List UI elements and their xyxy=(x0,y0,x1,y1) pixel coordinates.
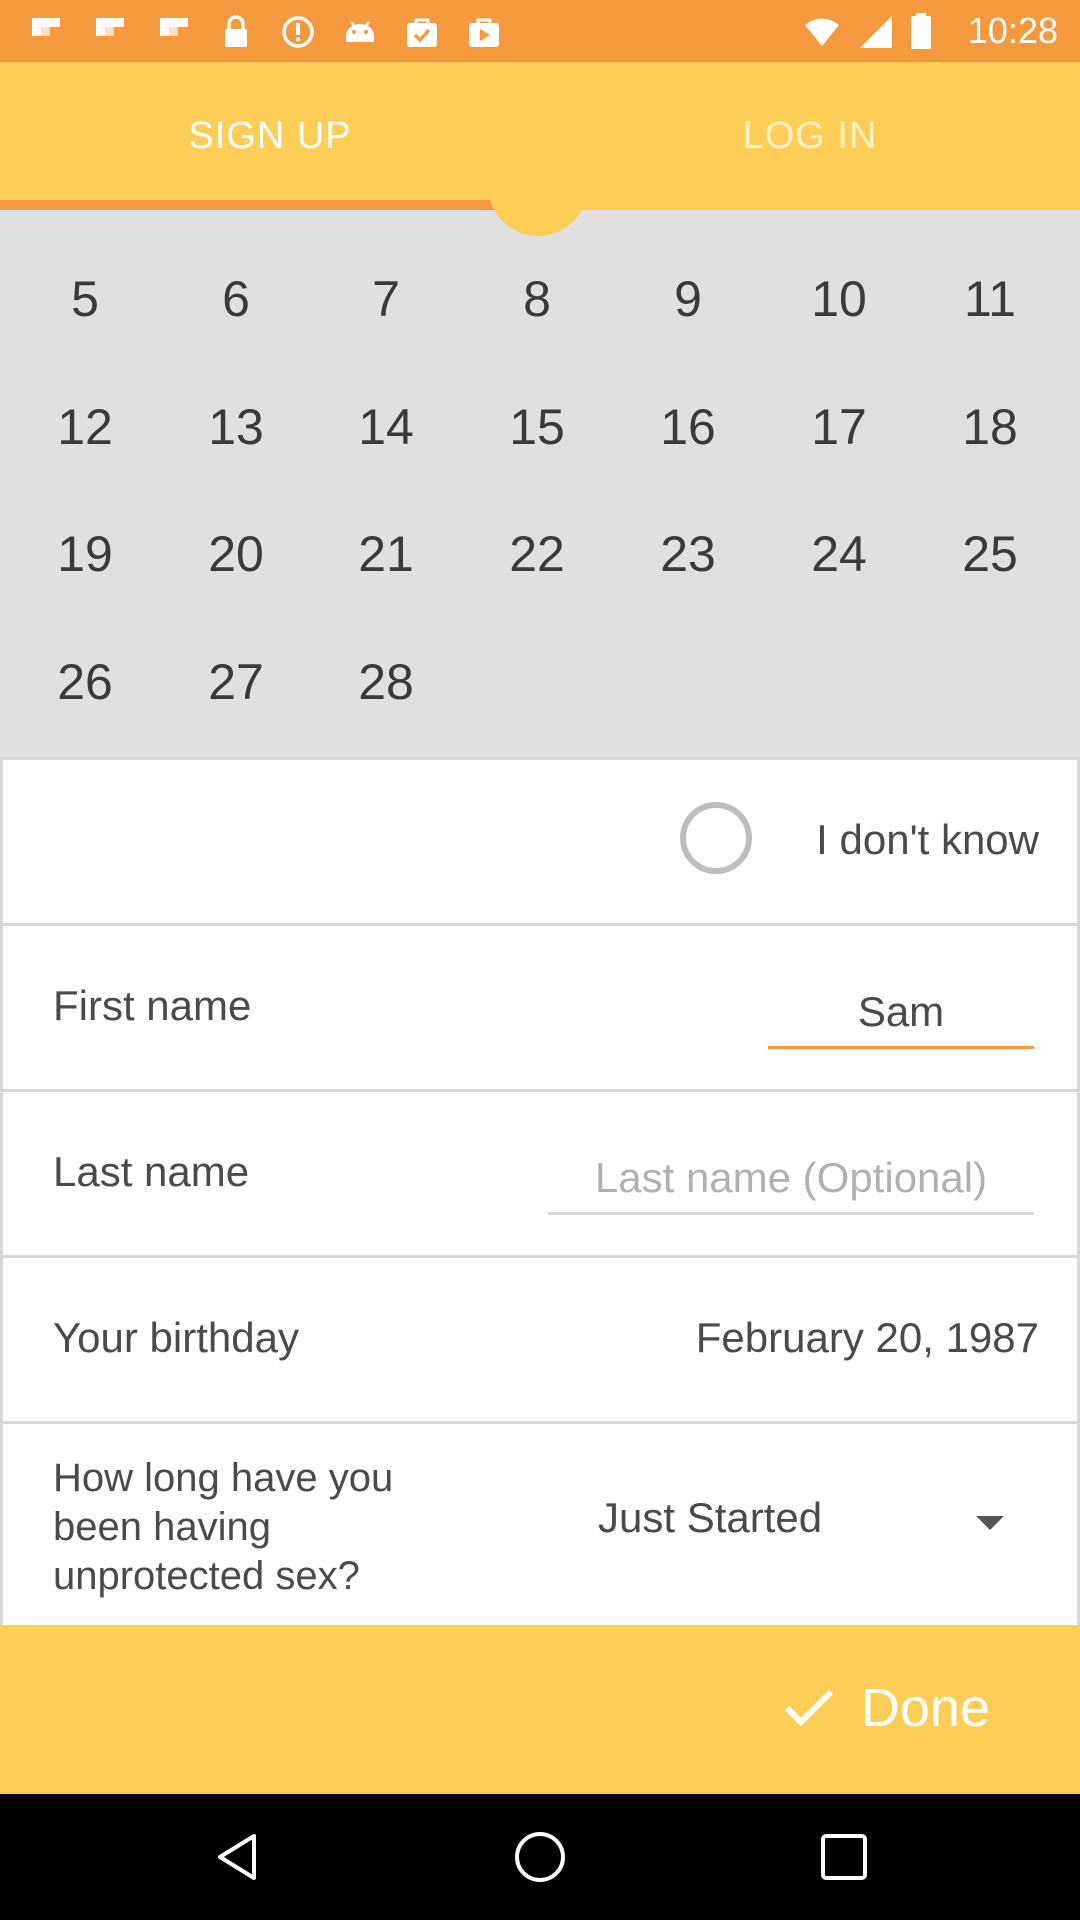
status-time: 10:28 xyxy=(967,10,1058,51)
calendar-day[interactable]: 6 xyxy=(176,264,296,334)
calendar-day[interactable]: 21 xyxy=(326,519,446,589)
calendar-day[interactable]: 11 xyxy=(930,264,1050,334)
birthday-calendar-grid: 5 6 7 8 9 10 11 12 13 14 15 16 17 18 19 … xyxy=(0,150,1080,757)
calendar-handle[interactable] xyxy=(488,150,588,236)
calendar-day[interactable]: 22 xyxy=(477,519,597,589)
duration-question: How long have you been having unprotecte… xyxy=(53,1456,394,1598)
unknown-birthday-label[interactable]: I don't know xyxy=(816,816,1039,864)
tab-log-in[interactable]: LOG IN xyxy=(540,62,1080,210)
home-icon[interactable] xyxy=(513,1830,567,1884)
first-name-label: First name xyxy=(53,982,252,1029)
bag-play-icon xyxy=(466,14,502,50)
flipboard-icon xyxy=(156,14,192,50)
calendar-day[interactable]: 15 xyxy=(477,392,597,462)
calendar-day[interactable]: 13 xyxy=(176,392,296,462)
status-bar: 10:28 xyxy=(0,0,1080,62)
birthday-value[interactable]: February 20, 1987 xyxy=(696,1314,1039,1362)
done-label: Done xyxy=(860,1678,990,1738)
duration-row: How long have you been having unprotecte… xyxy=(0,1421,1080,1625)
first-name-field[interactable]: Sam xyxy=(768,982,1034,1049)
bag-check-icon xyxy=(404,14,440,50)
calendar-day[interactable]: 24 xyxy=(779,519,899,589)
tab-sign-up[interactable]: SIGN UP xyxy=(0,62,540,210)
first-name-row: First name Sam xyxy=(0,923,1080,1089)
last-name-label: Last name xyxy=(53,1148,250,1195)
unknown-birthday-row: I don't know xyxy=(0,757,1080,923)
system-navigation-bar xyxy=(0,1794,1080,1920)
flipboard-icon xyxy=(28,14,64,50)
calendar-day[interactable]: 14 xyxy=(326,392,446,462)
done-bar: Done xyxy=(0,1625,1080,1794)
duration-selected-value: Just Started xyxy=(598,1494,823,1541)
birthday-label: Your birthday xyxy=(53,1314,299,1361)
last-name-field[interactable]: Last name (Optional) xyxy=(548,1148,1034,1215)
calendar-day[interactable]: 8 xyxy=(477,264,597,334)
calendar-day[interactable]: 18 xyxy=(930,392,1050,462)
calendar-day[interactable]: 12 xyxy=(25,392,145,462)
calendar-day[interactable]: 7 xyxy=(326,264,446,334)
dropdown-arrow-icon xyxy=(976,1516,1004,1530)
calendar-day[interactable]: 23 xyxy=(628,519,748,589)
last-name-row: Last name Last name (Optional) xyxy=(0,1089,1080,1255)
signal-icon xyxy=(858,12,894,50)
calendar-day[interactable]: 10 xyxy=(779,264,899,334)
calendar-day[interactable]: 25 xyxy=(930,519,1050,589)
calendar-day[interactable]: 20 xyxy=(176,519,296,589)
calendar-day[interactable]: 26 xyxy=(25,647,145,717)
calendar-day[interactable]: 17 xyxy=(779,392,899,462)
android-icon xyxy=(342,14,378,50)
birthday-row: Your birthday February 20, 1987 xyxy=(0,1255,1080,1421)
recents-icon[interactable] xyxy=(817,1830,871,1884)
calendar-day[interactable]: 28 xyxy=(326,647,446,717)
back-icon[interactable] xyxy=(210,1830,264,1884)
duration-dropdown[interactable]: Just Started xyxy=(598,1494,1018,1554)
unknown-birthday-radio[interactable] xyxy=(680,802,752,874)
calendar-day[interactable]: 9 xyxy=(628,264,748,334)
checkmark-icon xyxy=(783,1688,835,1728)
calendar-day[interactable]: 19 xyxy=(25,519,145,589)
done-button[interactable]: Done xyxy=(783,1663,990,1753)
calendar-day[interactable]: 27 xyxy=(176,647,296,717)
flipboard-icon xyxy=(92,14,128,50)
wifi-icon xyxy=(804,12,840,50)
at-icon xyxy=(280,14,316,50)
calendar-day[interactable]: 16 xyxy=(628,392,748,462)
lock-icon xyxy=(218,14,254,50)
active-tab-indicator xyxy=(0,200,540,210)
battery-icon xyxy=(910,12,932,50)
calendar-day[interactable]: 5 xyxy=(25,264,145,334)
